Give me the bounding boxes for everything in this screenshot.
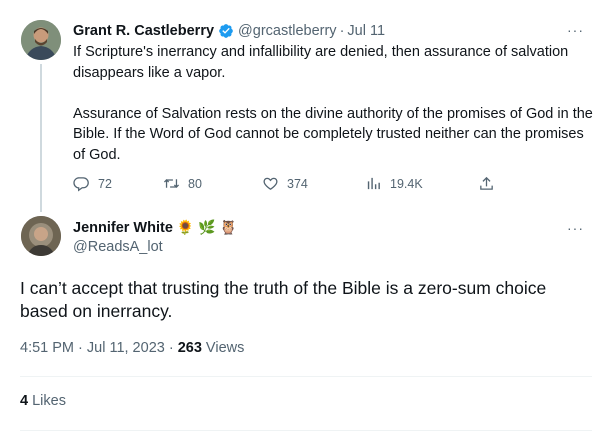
- author-handle[interactable]: @ReadsA_lot: [73, 239, 163, 255]
- focused-tweet: Jennifer White 🌻 🌿 🦉 @ReadsA_lot ··· I c…: [0, 203, 605, 431]
- share-button[interactable]: [478, 175, 495, 192]
- tweet-action-bar: 72 80 374 19.4K: [73, 175, 503, 195]
- tweet-header: Grant R. Castleberry @grcastleberry · Ju…: [73, 21, 385, 41]
- view-count: 19.4K: [390, 176, 423, 191]
- tweet-text: If Scripture's inerrancy and infallibili…: [73, 42, 593, 165]
- views-label: Views: [201, 340, 245, 356]
- tweet-paragraph: Assurance of Salvation rests on the divi…: [73, 105, 593, 163]
- more-options-icon[interactable]: ···: [567, 220, 584, 236]
- divider: [20, 376, 592, 377]
- author-name[interactable]: Jennifer White: [73, 220, 173, 236]
- like-button[interactable]: 374: [262, 175, 308, 192]
- share-icon: [480, 176, 493, 190]
- author-handle[interactable]: @grcastleberry: [238, 23, 337, 39]
- reply-button[interactable]: 72: [73, 175, 112, 192]
- tweet-date[interactable]: Jul 11: [347, 23, 385, 39]
- parent-tweet[interactable]: Grant R. Castleberry @grcastleberry · Ju…: [0, 0, 605, 212]
- avatar[interactable]: [21, 216, 61, 256]
- tweet-text: I can’t accept that trusting the truth o…: [20, 278, 547, 321]
- views-icon: [367, 177, 380, 190]
- author-name-row: Jennifer White 🌻 🌿 🦉: [73, 219, 237, 236]
- likes-label: Likes: [28, 393, 66, 409]
- tweet-timestamp: 4:51 PM · Jul 11, 2023 · 263 Views: [20, 340, 244, 356]
- more-options-icon[interactable]: ···: [567, 22, 584, 38]
- timestamp-link[interactable]: 4:51 PM · Jul 11, 2023 ·: [20, 340, 178, 356]
- separator-dot: ·: [339, 23, 345, 39]
- reply-count: 72: [98, 176, 112, 191]
- retweet-button[interactable]: 80: [163, 175, 202, 192]
- profile-photo: [21, 20, 61, 60]
- tweet-paragraph: If Scripture's inerrancy and infallibili…: [73, 44, 569, 81]
- likes-link[interactable]: 4 Likes: [20, 393, 66, 409]
- views-button[interactable]: 19.4K: [365, 175, 423, 192]
- verified-badge-icon: [219, 24, 233, 38]
- profile-photo: [21, 216, 61, 256]
- owl-emoji: 🦉: [219, 219, 238, 235]
- retweet-count: 80: [188, 176, 202, 191]
- like-count: 374: [287, 176, 308, 191]
- likes-count: 4: [20, 393, 29, 409]
- herb-emoji: 🌿: [198, 219, 216, 235]
- reply-icon: [73, 177, 89, 192]
- view-count: 263: [177, 340, 202, 356]
- sunflower-emoji: 🌻: [176, 219, 195, 235]
- heart-icon: [263, 177, 278, 190]
- retweet-icon: [163, 179, 180, 188]
- thread-connector-line: [40, 64, 42, 212]
- avatar[interactable]: [21, 20, 61, 60]
- author-name[interactable]: Grant R. Castleberry: [73, 23, 214, 39]
